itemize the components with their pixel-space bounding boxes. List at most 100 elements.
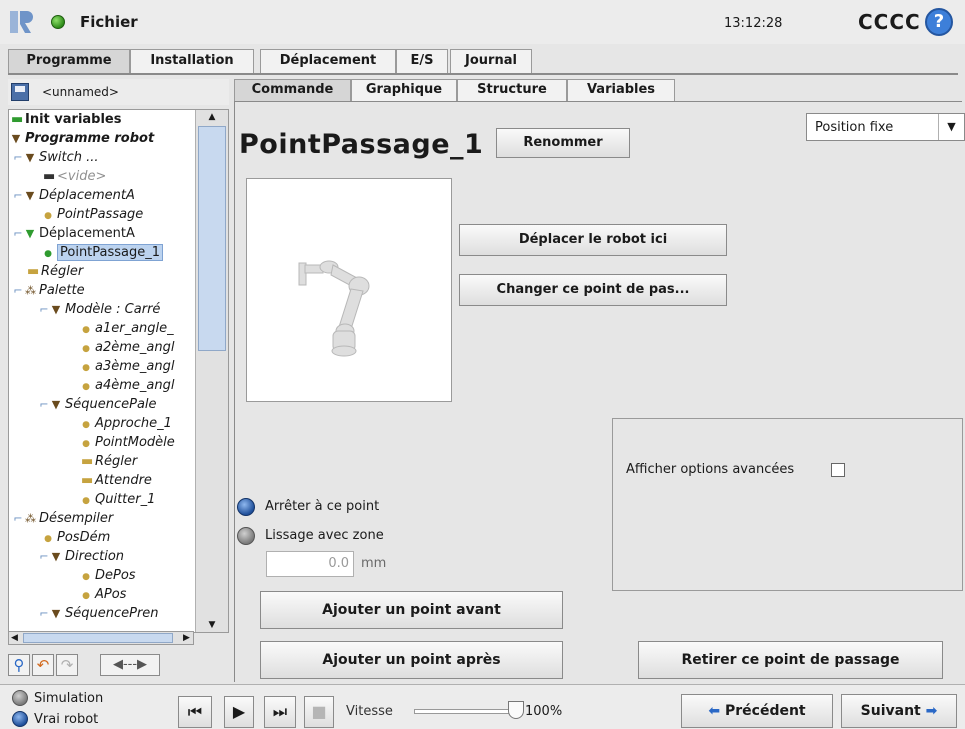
speed-label: Vitesse — [346, 704, 393, 719]
move-robot-here-button[interactable]: Déplacer le robot ici — [459, 224, 727, 256]
tree-node[interactable]: ⌐ ▼ DéplacementA — [13, 186, 134, 205]
next-button[interactable]: Suivant ➡ — [841, 694, 957, 728]
tree-node[interactable]: ● a3ème_angl — [81, 357, 174, 376]
tree-node[interactable]: ● a1er_angle_ — [81, 319, 174, 338]
pallet-icon: ⁂ — [25, 512, 36, 525]
real-robot-label: Vrai robot — [34, 712, 99, 727]
scroll-up-icon[interactable]: ▲ — [196, 110, 228, 124]
blend-radius-radio[interactable] — [237, 527, 255, 545]
tab-graphique[interactable]: Graphique — [351, 79, 457, 101]
remove-waypoint-button[interactable]: Retirer ce point de passage — [638, 641, 943, 679]
add-waypoint-after-button[interactable]: Ajouter un point après — [260, 641, 563, 679]
arrow-right-icon: ➡ — [925, 703, 938, 719]
help-icon[interactable]: ? — [925, 8, 953, 36]
move-node-icon[interactable]: ◀‐‐‐▶ — [100, 654, 160, 676]
previous-button[interactable]: ⬅ Précédent — [681, 694, 833, 728]
tree-node[interactable]: ▬ Régler — [81, 452, 137, 471]
collapse-triangle-icon: ▼ — [25, 189, 35, 202]
scroll-down-icon[interactable]: ▼ — [196, 618, 228, 632]
advanced-options-checkbox[interactable] — [831, 463, 845, 477]
advanced-options-label: Afficher options avancées — [626, 462, 795, 477]
simulation-radio[interactable] — [12, 690, 28, 706]
search-icon[interactable]: ⚲ — [8, 654, 30, 676]
collapse-triangle-icon: ▼ — [51, 607, 61, 620]
tree-node[interactable]: ⌐ ▼ Switch ... — [13, 148, 98, 167]
tree-node[interactable]: ▬ Attendre — [81, 471, 152, 490]
collapse-triangle-icon: ▼ — [51, 550, 61, 563]
tree-node[interactable]: ● PointPassage — [43, 205, 143, 224]
program-tree-pane: <unnamed> ▬ Init variables ▼ Programme rob… — [8, 79, 229, 682]
real-robot-radio[interactable] — [12, 711, 28, 727]
blend-radius-input[interactable]: 0.0 — [266, 551, 354, 577]
tab-structure[interactable]: Structure — [457, 79, 567, 101]
undo-icon[interactable]: ↶ — [32, 654, 54, 676]
tree-node[interactable]: ● PointModèle — [81, 433, 175, 452]
tree-node[interactable]: ● APos — [81, 585, 126, 604]
collapse-triangle-icon: ▼ — [51, 303, 61, 316]
scroll-thumb[interactable] — [23, 633, 173, 643]
ur-logo-icon — [10, 11, 33, 33]
title-bar: Fichier 13:12:28 CCCC ? — [0, 0, 965, 44]
stop-at-point-radio[interactable] — [237, 498, 255, 516]
variables-icon: ▬ — [11, 112, 24, 127]
tree-node-selected[interactable]: ● PointPassage_1 — [43, 243, 164, 262]
file-menu[interactable]: Fichier — [80, 13, 138, 31]
tab-variables[interactable]: Variables — [567, 79, 675, 101]
tree-node[interactable]: ● DePos — [81, 566, 136, 585]
tree-node[interactable]: ● Quitter_1 — [81, 490, 155, 509]
tab-programme[interactable]: Programme — [8, 49, 130, 73]
tree-node[interactable]: ⌐ ▼ SéquencePren — [39, 604, 158, 623]
position-type-value: Position fixe — [815, 120, 894, 135]
tree-node[interactable]: ⌐ ▼ Direction — [39, 547, 124, 566]
program-tree: ▬ Init variables ▼ Programme robot ⌐ ▼ Switc… — [8, 109, 229, 633]
tab-installation[interactable]: Installation — [130, 49, 254, 73]
tree-node[interactable]: ▼ Programme robot — [11, 129, 154, 148]
tree-node[interactable]: ⌐ ⁂ Palette — [13, 281, 84, 300]
pallet-icon: ⁂ — [25, 284, 36, 297]
scroll-right-icon[interactable]: ▶ — [183, 632, 190, 644]
save-icon[interactable] — [11, 83, 29, 101]
collapse-triangle-icon: ▼ — [25, 227, 35, 240]
rename-button[interactable]: Renommer — [496, 128, 630, 158]
tab-journal[interactable]: Journal — [450, 49, 532, 73]
tree-horizontal-scrollbar[interactable]: ◀ ▶ — [8, 631, 194, 645]
speed-slider[interactable] — [414, 709, 512, 714]
change-waypoint-button[interactable]: Changer ce point de pas... — [459, 274, 727, 306]
tree-node[interactable]: ⌐ ▼ DéplacementA — [13, 224, 134, 243]
position-type-select[interactable]: Position fixe ▼ — [806, 113, 965, 141]
tree-node[interactable]: ● a4ème_angl — [81, 376, 174, 395]
add-waypoint-before-button[interactable]: Ajouter un point avant — [260, 591, 563, 629]
collapse-triangle-icon: ▼ — [25, 151, 35, 164]
collapse-triangle-icon: ▼ — [51, 398, 61, 411]
scroll-thumb[interactable] — [198, 126, 226, 351]
set-icon: ▬ — [81, 454, 94, 469]
tree-node[interactable]: ⌐ ⁂ Désempiler — [13, 509, 113, 528]
tree-node[interactable]: ● a2ème_angl — [81, 338, 174, 357]
robot-preview — [246, 178, 452, 402]
connector-icon: ⌐ — [13, 227, 23, 240]
tree-node[interactable]: ⌐ ▼ SéquencePale — [39, 395, 156, 414]
blend-radius-unit: mm — [361, 556, 387, 571]
redo-icon[interactable]: ↷ — [56, 654, 78, 676]
scroll-left-icon[interactable]: ◀ — [11, 632, 18, 644]
step-icon[interactable]: ⏭ — [264, 696, 296, 728]
command-pane: Commande Graphique Structure Variables P… — [234, 79, 965, 682]
tab-es[interactable]: E/S — [396, 49, 448, 73]
tab-divider — [8, 73, 958, 75]
tab-deplacement[interactable]: Déplacement — [260, 49, 396, 73]
rewind-icon[interactable]: ⏮ — [178, 696, 212, 728]
connector-icon: ⌐ — [13, 151, 23, 164]
tree-node[interactable]: ▬ <vide> — [43, 167, 106, 186]
speed-slider-thumb[interactable] — [508, 701, 524, 719]
tree-vertical-scrollbar[interactable]: ▲ ▼ — [195, 110, 228, 632]
waypoint-editor: PointPassage_1 Renommer Position fixe ▼ — [234, 102, 965, 682]
tree-node[interactable]: ▬ Régler — [27, 262, 83, 281]
speed-value: 100% — [525, 704, 563, 719]
tab-commande[interactable]: Commande — [234, 79, 351, 101]
tree-node[interactable]: ▬ Init variables — [11, 110, 122, 129]
tree-node[interactable]: ● Approche_1 — [81, 414, 172, 433]
tree-node[interactable]: ● PosDém — [43, 528, 110, 547]
tree-node[interactable]: ⌐ ▼ Modèle : Carré — [39, 300, 160, 319]
stop-icon[interactable]: ■ — [304, 696, 334, 728]
play-icon[interactable]: ▶ — [224, 696, 254, 728]
